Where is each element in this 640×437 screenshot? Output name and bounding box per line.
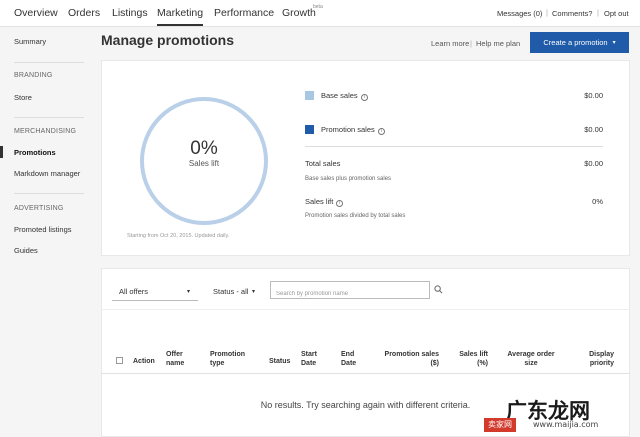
column-header-action[interactable]: Action	[133, 357, 155, 366]
sales-lift-text: Sales lift	[305, 197, 334, 206]
sidebar-item-promoted-listings[interactable]: Promoted listings	[14, 225, 72, 234]
promotion-sales-text: Promotion sales	[321, 125, 375, 134]
messages-link[interactable]: Messages (0)	[497, 9, 542, 18]
offers-filter-value: All offers	[119, 286, 149, 296]
chevron-down-icon: ▾	[612, 40, 616, 46]
page-title: Manage promotions	[101, 32, 235, 48]
top-navigation: Overview Orders Listings Marketing Perfo…	[0, 0, 640, 27]
status-filter-value: Status - all	[213, 286, 249, 296]
active-indicator	[0, 146, 3, 158]
create-promotion-button[interactable]: Create a promotion ▾	[530, 32, 629, 53]
divider: |	[597, 8, 599, 17]
sidebar-divider	[14, 62, 84, 63]
tab-growth[interactable]: Growth	[282, 7, 316, 19]
sidebar-item-guides[interactable]: Guides	[14, 246, 38, 255]
sidebar-item-promotions[interactable]: Promotions	[14, 148, 56, 157]
promotion-sales-label: Promotion sales i	[321, 125, 385, 135]
base-sales-label: Base sales i	[321, 91, 368, 101]
opt-out-link[interactable]: Opt out	[604, 9, 629, 18]
base-sales-text: Base sales	[321, 91, 358, 100]
total-sales-value: $0.00	[584, 159, 603, 168]
column-header-sales-lift[interactable]: Sales lift (%)	[452, 350, 488, 368]
sidebar-heading-branding: BRANDING	[14, 72, 53, 79]
select-all-checkbox[interactable]	[116, 357, 123, 364]
promotion-sales-swatch	[305, 125, 314, 134]
beta-badge: beta	[313, 4, 323, 10]
tab-listings[interactable]: Listings	[112, 7, 148, 19]
sidebar-divider	[14, 193, 84, 194]
offers-filter-underline	[112, 300, 198, 301]
offers-filter-select[interactable]: All offers ▾	[119, 281, 197, 301]
tab-marketing[interactable]: Marketing	[157, 7, 204, 26]
watermark-tag: 卖家网	[484, 418, 516, 432]
tab-performance[interactable]: Performance	[214, 7, 274, 19]
column-header-offer-name[interactable]: Offer name	[166, 350, 192, 368]
stats-divider	[305, 146, 603, 147]
sidebar-item-store[interactable]: Store	[14, 93, 32, 102]
chevron-down-icon: ▾	[187, 288, 191, 295]
search-icon[interactable]	[434, 285, 443, 294]
filter-divider	[101, 309, 630, 310]
sidebar-item-markdown-manager[interactable]: Markdown manager	[14, 169, 80, 178]
sidebar-item-summary[interactable]: Summary	[14, 37, 46, 46]
info-icon[interactable]: i	[336, 200, 344, 207]
learn-more-link[interactable]: Learn more	[431, 39, 469, 48]
column-header-promotion-type[interactable]: Promotion type	[210, 350, 250, 368]
column-header-status[interactable]: Status	[269, 357, 290, 366]
column-header-promotion-sales[interactable]: Promotion sales ($)	[375, 350, 439, 368]
column-header-average-order-size[interactable]: Average order size	[505, 350, 557, 368]
table-header-divider	[101, 373, 630, 374]
info-icon[interactable]: i	[360, 94, 368, 101]
column-header-end-date[interactable]: End Date	[341, 350, 361, 368]
tab-overview[interactable]: Overview	[14, 7, 58, 19]
sales-lift-label: Sales lift i	[305, 197, 344, 207]
sales-lift-description: Promotion sales divided by total sales	[305, 213, 406, 219]
watermark-url: www.maijia.com	[533, 420, 599, 429]
info-icon[interactable]: i	[377, 128, 385, 135]
sidebar-heading-merchandising: MERCHANDISING	[14, 128, 77, 135]
starting-note: Starting from Oct 20, 2015. Updated dail…	[127, 233, 230, 239]
ring-percentage: 0%	[190, 138, 218, 159]
ring-label: Sales lift	[188, 159, 220, 168]
chevron-down-icon: ▾	[252, 288, 256, 295]
divider: |	[470, 39, 472, 48]
divider: |	[546, 8, 548, 17]
column-header-start-date[interactable]: Start Date	[301, 350, 321, 368]
comments-link[interactable]: Comments?	[552, 9, 592, 18]
column-header-display-priority[interactable]: Display priority	[582, 350, 614, 368]
status-filter-select[interactable]: Status - all ▾	[213, 281, 263, 301]
help-me-plan-link[interactable]: Help me plan	[476, 39, 520, 48]
sidebar-heading-advertising: ADVERTISING	[14, 205, 64, 212]
search-input[interactable]	[271, 286, 429, 302]
total-sales-description: Base sales plus promotion sales	[305, 176, 392, 182]
base-sales-swatch	[305, 91, 314, 100]
sales-lift-value: 0%	[592, 197, 603, 206]
promotion-search-field[interactable]	[270, 281, 430, 302]
base-sales-value: $0.00	[584, 91, 603, 100]
sidebar-divider	[14, 117, 84, 118]
tab-orders[interactable]: Orders	[68, 7, 100, 19]
total-sales-label: Total sales	[305, 159, 341, 168]
promotion-sales-value: $0.00	[584, 125, 603, 134]
create-promotion-label: Create a promotion	[543, 38, 608, 47]
